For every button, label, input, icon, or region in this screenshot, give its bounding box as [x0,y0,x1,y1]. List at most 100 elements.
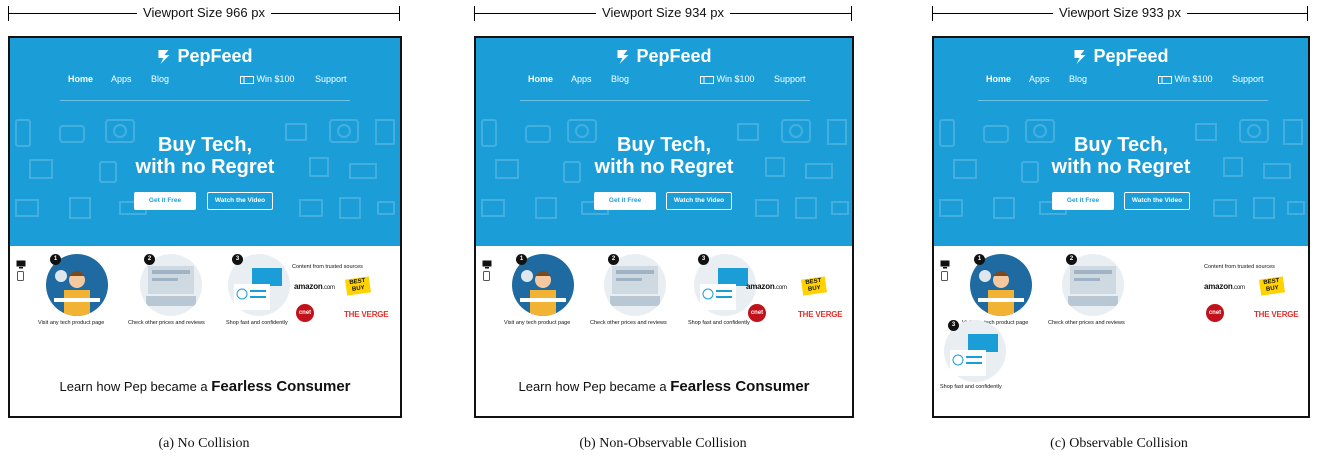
browser-frame: PepFeed Home Apps Blog Win $100 Support … [932,36,1310,418]
learn-more-text[interactable]: Learn how Pep became a Fearless Consumer [518,378,809,395]
figure-caption: (a) No Collision [158,436,250,451]
browser-frame: PepFeed Home Apps Blog Win $100 Support … [474,36,854,418]
hero-headline: Buy Tech, with no Regret [595,134,734,178]
amazon-name: amazon [746,282,775,291]
watch-video-button[interactable]: Watch the Video [1124,192,1190,210]
watch-video-button[interactable]: Watch the Video [666,192,732,210]
amazon-logo: amazon.com [294,282,335,291]
learn-prefix: Learn how Pep became a [59,379,212,394]
bestbuy-logo: BEST BUY [1259,276,1285,296]
viewport-tick-left [8,6,9,21]
amazon-suffix: .com [774,285,787,291]
nav-support[interactable]: Support [315,74,347,84]
brand-logo[interactable]: PepFeed [1073,46,1169,67]
step-number: 1 [516,254,527,265]
nav-blog[interactable]: Blog [151,74,169,84]
desktop-icon[interactable] [482,260,492,269]
nav-win-label: Win $100 [256,74,295,84]
nav-win-label: Win $100 [716,74,755,84]
cnet-logo: cnet [296,304,314,322]
nav-home[interactable]: Home [528,74,553,84]
step-caption: Visit any tech product page [504,320,571,326]
trusted-sources-label: Content from trusted sources [292,264,363,270]
nav-support[interactable]: Support [774,74,806,84]
nav-blog[interactable]: Blog [611,74,629,84]
brand-logo[interactable]: PepFeed [157,46,253,67]
brand-logo[interactable]: PepFeed [616,46,712,67]
pepfeed-logo-icon [158,49,170,64]
desktop-icon[interactable] [940,260,950,269]
watch-video-button[interactable]: Watch the Video [207,192,273,210]
nav-home[interactable]: Home [68,74,93,84]
step-caption: Shop fast and confidently [688,320,750,326]
cnet-logo: cnet [748,304,766,322]
step-number: 3 [232,254,243,265]
nav-support[interactable]: Support [1232,74,1264,84]
step-caption: Shop fast and confidently [940,384,1002,390]
viewport-tick-left [474,6,475,21]
verge-logo: THE VERGE [798,310,843,319]
nav-apps[interactable]: Apps [1029,74,1050,84]
step-caption: Shop fast and confidently [226,320,288,326]
viewport-label: Viewport Size 933 px [1053,5,1187,20]
nav-divider [978,100,1268,101]
get-it-free-button[interactable]: Get it Free [134,192,196,210]
nav-win[interactable]: Win $100 [240,74,295,84]
amazon-suffix: .com [322,285,335,291]
brand-name: PepFeed [177,46,253,66]
viewport-size-indicator: Viewport Size 966 px [8,4,400,22]
hero-section: PepFeed Home Apps Blog Win $100 Support … [476,38,852,246]
nav-win[interactable]: Win $100 [700,74,755,84]
mobile-icon[interactable] [17,271,24,281]
nav-win[interactable]: Win $100 [1158,74,1213,84]
nav-apps[interactable]: Apps [111,74,132,84]
desktop-icon[interactable] [16,260,26,269]
headline-line-1: Buy Tech, [1073,134,1169,156]
headline-line-2: with no Regret [1051,156,1191,178]
amazon-name: amazon [294,282,323,291]
step-number: 2 [608,254,619,265]
trusted-sources-label: Content from trusted sources [1204,264,1275,270]
step-caption: Check other prices and reviews [1048,320,1125,326]
step-number: 2 [144,254,155,265]
bestbuy-logo: BEST BUY [345,276,371,296]
browser-frame: PepFeed Home Apps Blog Win $100 Support … [8,36,402,418]
nav-apps[interactable]: Apps [571,74,592,84]
viewport-tick-right [1307,6,1308,21]
hero-section: PepFeed Home Apps Blog Win $100 Support … [934,38,1308,246]
learn-bold: Fearless Consumer [211,378,351,395]
amazon-suffix: .com [1232,285,1245,291]
amazon-logo: amazon.com [746,282,787,291]
headline-line-2: with no Regret [594,156,734,178]
brand-name: PepFeed [636,46,712,66]
panel-a: Viewport Size 966 px PepFeed Home Apps B… [0,0,440,464]
figure-caption: (c) Observable Collision [1050,436,1188,451]
step-caption: Check other prices and reviews [590,320,667,326]
gift-card-icon [700,75,714,84]
hero-section: PepFeed Home Apps Blog Win $100 Support … [10,38,400,246]
viewport-tick-left [932,6,933,21]
figure-caption: (b) Non-Observable Collision [579,436,747,451]
gift-card-icon [1158,75,1172,84]
viewport-label: Viewport Size 934 px [596,5,730,20]
viewport-size-indicator: Viewport Size 934 px [474,4,852,22]
get-it-free-button[interactable]: Get it Free [594,192,656,210]
step-caption: Check other prices and reviews [128,320,205,326]
panel-c: Viewport Size 933 px PepFeed Home Apps B… [924,0,1318,464]
learn-prefix: Learn how Pep became a [518,379,671,394]
nav-blog[interactable]: Blog [1069,74,1087,84]
learn-more-text[interactable]: Learn how Pep became a Fearless Consumer [59,378,350,395]
step-number: 1 [974,254,985,265]
get-it-free-button[interactable]: Get it Free [1052,192,1114,210]
pepfeed-logo-icon [1074,49,1086,64]
nav-home[interactable]: Home [986,74,1011,84]
learn-bold: Fearless Consumer [670,378,810,395]
mobile-icon[interactable] [483,271,490,281]
bestbuy-logo: BEST BUY [801,276,827,296]
mobile-icon[interactable] [941,271,948,281]
headline-line-1: Buy Tech, [616,134,712,156]
viewport-tick-right [399,6,400,21]
step-number: 2 [1066,254,1077,265]
hero-headline: Buy Tech, with no Regret [136,134,275,178]
brand-name: PepFeed [1093,46,1169,66]
